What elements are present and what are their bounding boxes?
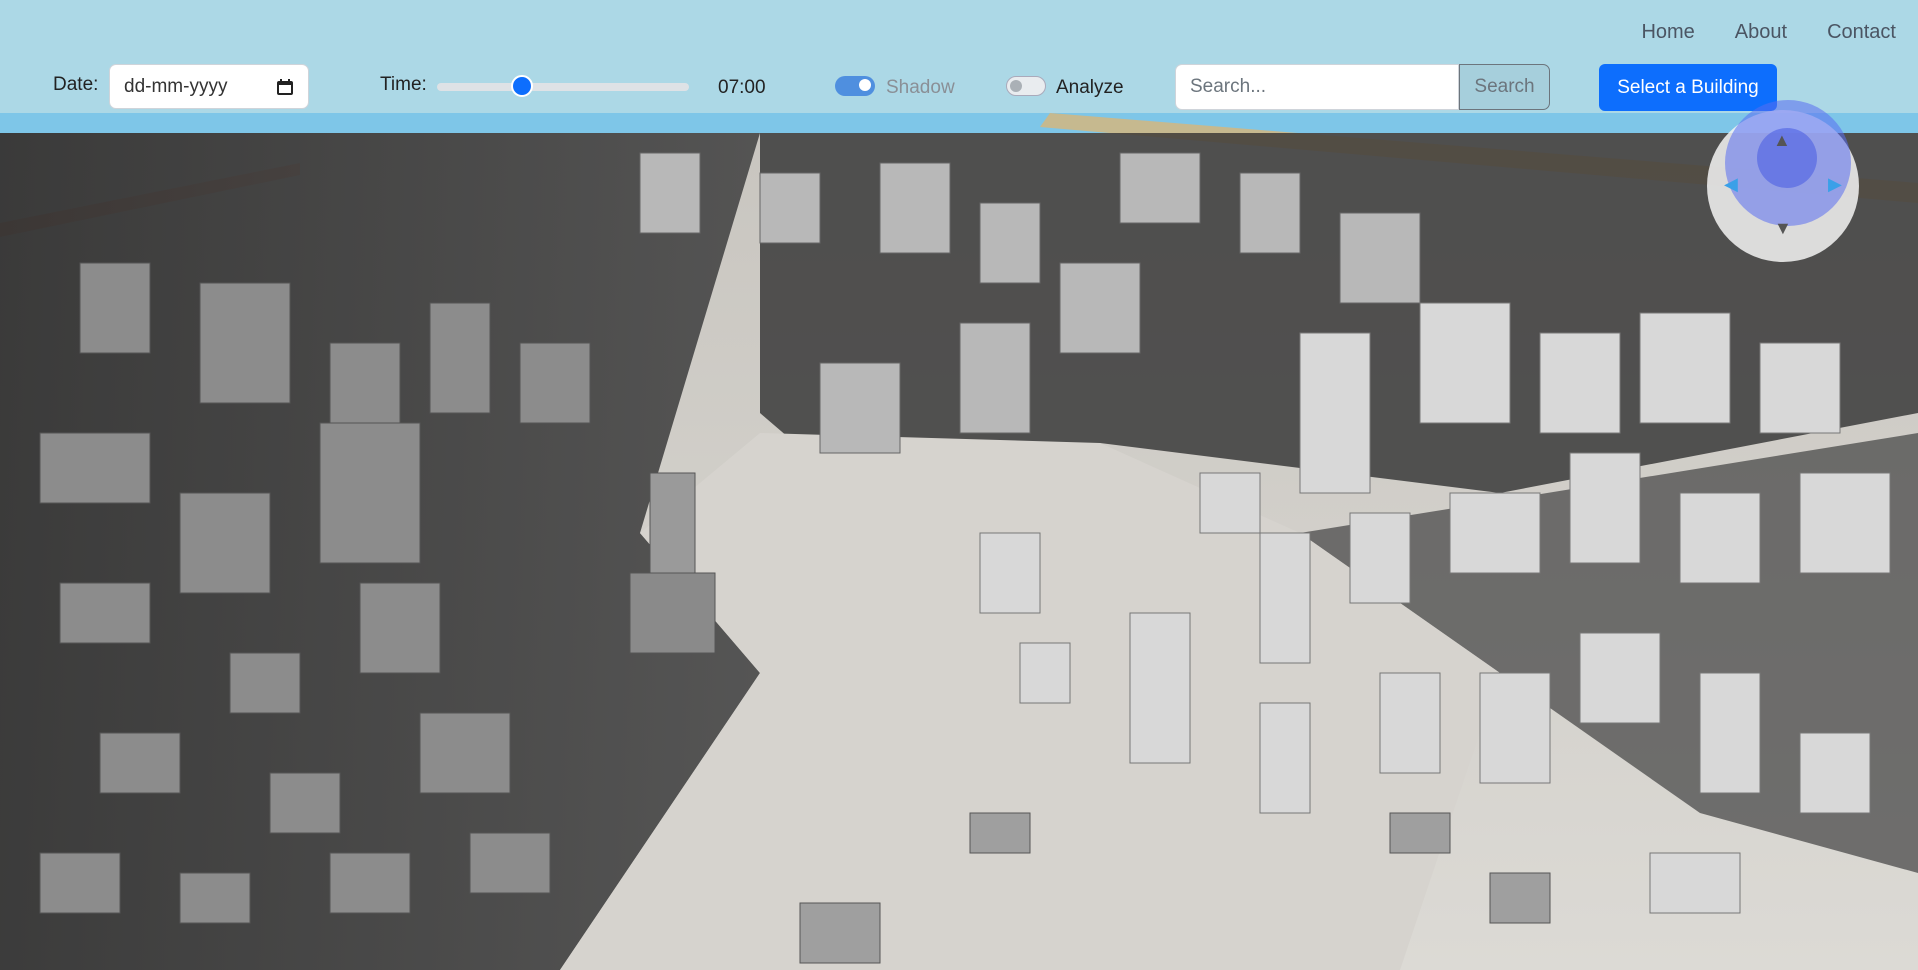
select-building-button[interactable]: Select a Building xyxy=(1599,64,1777,111)
date-input[interactable]: dd-mm-yyyy xyxy=(109,64,309,109)
time-value: 07:00 xyxy=(718,77,766,98)
shadow-toggle-knob xyxy=(859,79,871,91)
arrow-down-icon[interactable]: ▼ xyxy=(1774,218,1792,239)
time-label: Time: xyxy=(380,74,427,95)
city-3d-map[interactable] xyxy=(0,113,1918,970)
arrow-up-icon[interactable]: ▲ xyxy=(1773,130,1791,151)
search-placeholder: Search... xyxy=(1190,76,1267,97)
date-placeholder: dd-mm-yyyy xyxy=(124,75,228,97)
time-slider-track xyxy=(437,83,689,91)
sky-strip xyxy=(0,113,1918,133)
time-slider[interactable] xyxy=(437,75,689,97)
search-button[interactable]: Search xyxy=(1459,64,1550,110)
nav-home-link[interactable]: Home xyxy=(1641,21,1694,44)
search-input[interactable]: Search... xyxy=(1175,64,1459,110)
analyze-label: Analyze xyxy=(1056,77,1124,98)
top-nav: Home About Contact xyxy=(1641,21,1896,44)
shadow-toggle[interactable] xyxy=(835,76,875,96)
nav-about-link[interactable]: About xyxy=(1735,21,1787,44)
shadow-label: Shadow xyxy=(886,77,955,98)
arrow-left-icon[interactable]: ◀ xyxy=(1724,174,1738,195)
analyze-toggle[interactable] xyxy=(1006,76,1046,96)
date-label: Date: xyxy=(53,74,99,95)
arrow-right-icon[interactable]: ▶ xyxy=(1828,174,1842,195)
top-toolbar: Home About Contact Date: dd-mm-yyyy Time… xyxy=(0,0,1918,113)
analyze-toggle-knob xyxy=(1010,80,1022,92)
map-navigation-control[interactable]: ▲ ▼ ◀ ▶ xyxy=(1707,100,1859,262)
nav-contact-link[interactable]: Contact xyxy=(1827,21,1896,44)
calendar-icon[interactable] xyxy=(276,78,294,96)
map-canvas[interactable] xyxy=(0,113,1918,970)
time-slider-thumb[interactable] xyxy=(511,75,533,97)
